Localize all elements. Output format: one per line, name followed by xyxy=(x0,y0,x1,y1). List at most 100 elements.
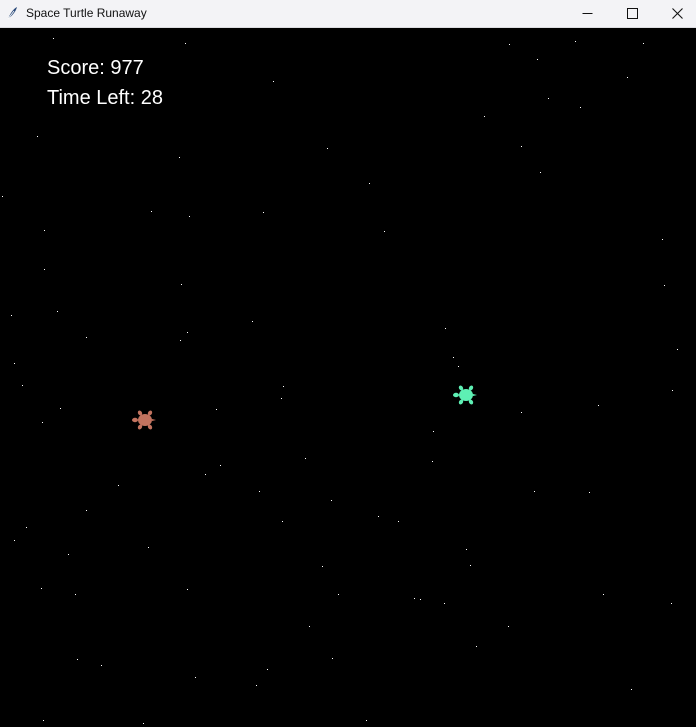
star xyxy=(44,230,45,231)
star xyxy=(378,516,379,517)
game-canvas[interactable]: Score: 977 Time Left: 28 xyxy=(0,29,696,727)
star xyxy=(86,337,87,338)
title-bar[interactable]: Space Turtle Runaway xyxy=(0,0,696,28)
star xyxy=(185,43,186,44)
star xyxy=(662,239,663,240)
star xyxy=(263,212,264,213)
minimize-icon xyxy=(582,13,592,14)
star xyxy=(589,492,590,493)
star xyxy=(540,172,541,173)
star xyxy=(187,589,188,590)
star xyxy=(603,594,604,595)
star xyxy=(151,211,152,212)
star xyxy=(420,599,421,600)
star xyxy=(53,38,54,39)
star xyxy=(580,107,581,108)
star xyxy=(627,77,628,78)
star xyxy=(187,332,188,333)
star xyxy=(181,284,182,285)
star xyxy=(476,646,477,647)
star xyxy=(60,408,61,409)
score-label: Score: 977 xyxy=(47,57,144,79)
turtle-icon xyxy=(132,410,156,430)
star xyxy=(322,566,323,567)
star xyxy=(508,626,509,627)
star xyxy=(267,669,268,670)
star xyxy=(484,116,485,117)
star-group xyxy=(2,38,678,724)
window-title: Space Turtle Runaway xyxy=(26,6,147,20)
star xyxy=(57,311,58,312)
star xyxy=(180,340,181,341)
feather-icon xyxy=(7,7,17,20)
star xyxy=(677,349,678,350)
star xyxy=(2,196,3,197)
star xyxy=(453,357,454,358)
maximize-icon xyxy=(626,8,638,19)
star xyxy=(14,540,15,541)
star xyxy=(466,549,467,550)
star xyxy=(575,41,576,42)
star xyxy=(44,269,45,270)
star xyxy=(598,405,599,406)
star xyxy=(37,136,38,137)
star xyxy=(433,431,434,432)
star xyxy=(86,510,87,511)
star xyxy=(369,183,370,184)
star xyxy=(43,720,44,721)
star xyxy=(281,398,282,399)
star xyxy=(26,527,27,528)
star xyxy=(432,461,433,462)
star xyxy=(101,665,102,666)
star xyxy=(672,390,673,391)
star xyxy=(11,315,12,316)
star xyxy=(118,485,119,486)
star xyxy=(282,521,283,522)
star xyxy=(273,81,274,82)
star xyxy=(189,216,190,217)
star xyxy=(445,328,446,329)
star xyxy=(398,521,399,522)
star xyxy=(283,386,284,387)
star xyxy=(75,594,76,595)
star xyxy=(671,603,672,604)
star xyxy=(77,659,78,660)
star xyxy=(470,565,471,566)
star xyxy=(205,474,206,475)
star xyxy=(143,723,144,724)
star xyxy=(332,658,333,659)
star xyxy=(327,148,328,149)
star xyxy=(338,594,339,595)
star xyxy=(14,363,15,364)
turtle-icon xyxy=(453,385,477,405)
maximize-button[interactable] xyxy=(609,0,655,27)
app-window: Space Turtle Runaway Score: 977 Time Lef… xyxy=(0,0,696,727)
star xyxy=(643,43,644,44)
star xyxy=(537,59,538,60)
star xyxy=(195,677,196,678)
star xyxy=(548,98,549,99)
star xyxy=(256,685,257,686)
star xyxy=(458,366,459,367)
star xyxy=(259,491,260,492)
star xyxy=(179,157,180,158)
star xyxy=(22,385,23,386)
close-button[interactable] xyxy=(654,0,696,27)
star xyxy=(444,603,445,604)
minimize-button[interactable] xyxy=(564,0,610,27)
star xyxy=(331,500,332,501)
star xyxy=(309,626,310,627)
star xyxy=(664,285,665,286)
star xyxy=(534,491,535,492)
star xyxy=(68,554,69,555)
star xyxy=(521,412,522,413)
star xyxy=(216,409,217,410)
time-left-label: Time Left: 28 xyxy=(47,87,163,109)
star xyxy=(42,422,43,423)
star xyxy=(384,231,385,232)
star xyxy=(252,321,253,322)
star xyxy=(305,458,306,459)
star xyxy=(509,44,510,45)
star xyxy=(41,588,42,589)
star xyxy=(220,465,221,466)
